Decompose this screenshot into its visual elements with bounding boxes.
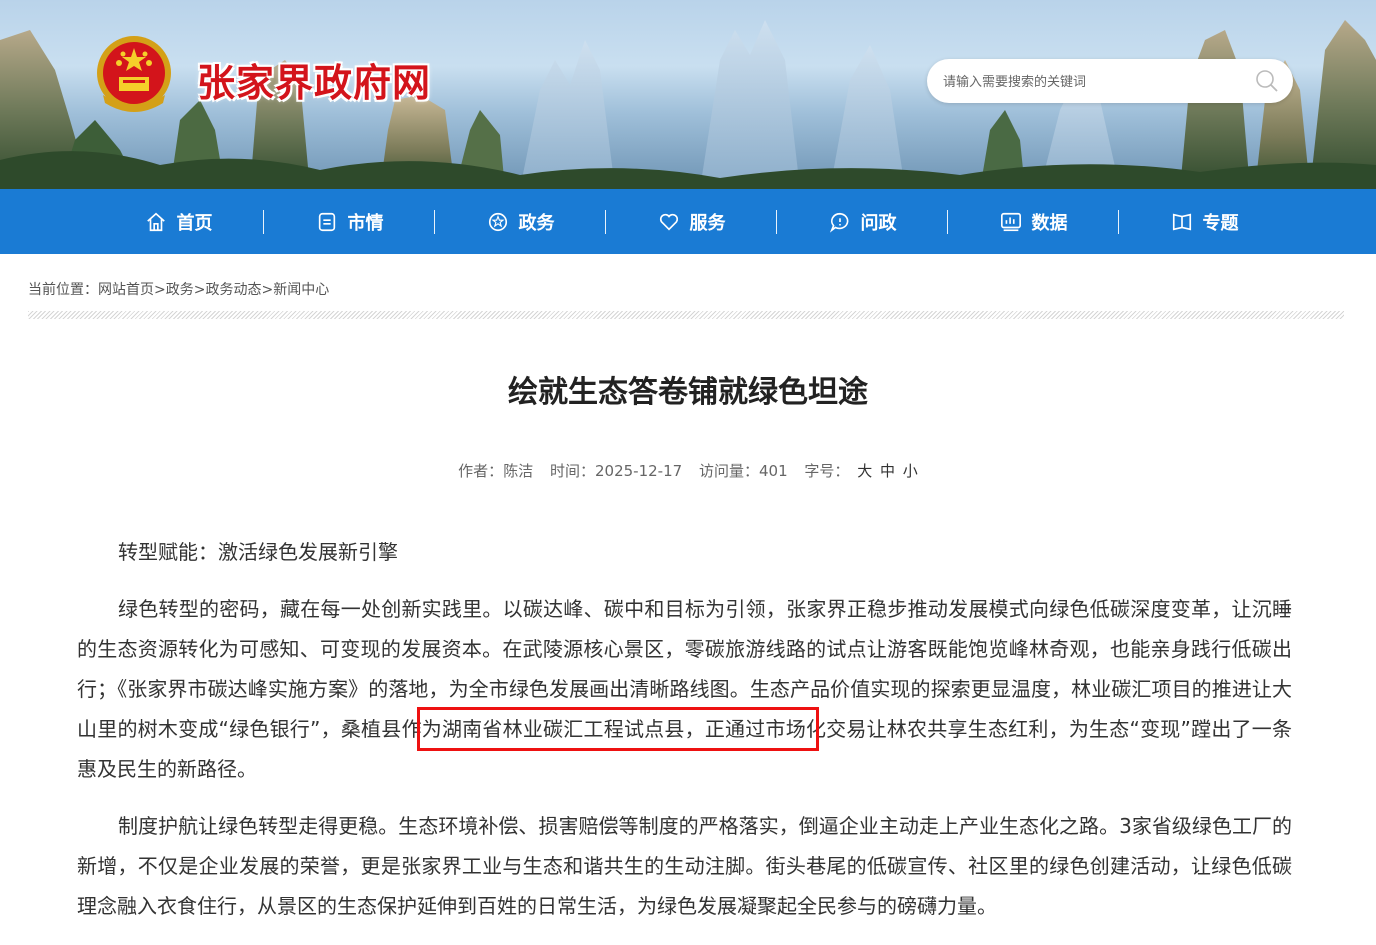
main-nav: 首页 市情 政务 服务 问政 数据 专题 [0,189,1376,254]
nav-label-government-affairs: 政务 [518,212,555,234]
nav-divider [776,210,777,234]
time-label: 时间： [549,462,595,480]
search-icon[interactable] [1255,69,1279,93]
nav-divider [1118,210,1119,234]
breadcrumb-separator: > [193,282,206,298]
home-icon [146,212,165,231]
author-name: 陈洁 [503,462,534,480]
document-icon [318,212,335,231]
views-label: 访问量： [698,462,759,480]
article-subheading: 转型赋能：激活绿色发展新引擎 [118,540,398,564]
font-size-medium-button[interactable]: 中 [880,462,895,480]
nav-divider [605,210,606,234]
bar-chart-icon [1000,212,1021,231]
nav-item-data[interactable]: 数据 [948,189,1119,254]
heart-icon [659,213,678,231]
breadcrumb-link-government-news[interactable]: 政务动态 [205,282,261,298]
article-meta: 作者：陈洁 时间：2025-12-17 访问量：401 字号： 大 中 小 [0,460,1376,481]
breadcrumb-separator: > [261,282,274,298]
breadcrumb-separator: > [154,282,166,298]
nav-divider [434,210,435,234]
font-size-small-button[interactable]: 小 [903,462,918,480]
font-size-label: 字号： [804,462,850,480]
nav-label-city-info: 市情 [347,212,384,234]
nav-label-data: 数据 [1031,212,1068,234]
article-paragraph: 绿色转型的密码，藏在每一处创新实践里。以碳达峰、碳中和目标为引领，张家界正稳步推… [77,597,1292,781]
article-title: 绘就生态答卷铺就绿色坦途 [508,375,868,410]
article-paragraph: 制度护航让绿色转型走得更稳。生态环境补偿、损害赔偿等制度的严格落实，倒逼企业主动… [77,814,1292,918]
search-bar [927,59,1293,103]
breadcrumb-link-government-affairs[interactable]: 政务 [166,282,194,298]
hatched-divider [28,311,1344,319]
national-emblem-logo [97,36,171,112]
nav-item-services[interactable]: 服务 [606,189,777,254]
nav-divider [263,210,264,234]
nav-item-home[interactable]: 首页 [93,189,264,254]
nav-label-home: 首页 [176,212,213,234]
breadcrumb-prefix: 当前位置： [28,282,98,298]
breadcrumb: 当前位置：网站首页>政务>政务动态>新闻中心 [28,279,329,299]
nav-item-government-affairs[interactable]: 政务 [435,189,606,254]
search-input[interactable] [943,59,1243,103]
font-size-large-button[interactable]: 大 [857,462,872,480]
breadcrumb-link-news-center[interactable]: 新闻中心 [273,282,329,298]
header-banner: 张家界政府网 [0,0,1376,189]
chat-bubble-icon [829,212,848,233]
publish-date: 2025-12-17 [595,462,683,480]
nav-item-special-topics[interactable]: 专题 [1119,189,1290,254]
breadcrumb-link-home[interactable]: 网站首页 [98,282,154,298]
nav-divider [947,210,948,234]
author-label: 作者： [458,462,504,480]
nav-label-services: 服务 [689,212,726,234]
nav-label-public-inquiry: 问政 [860,212,897,234]
site-name-logo-text[interactable]: 张家界政府网 [197,52,431,107]
nav-item-city-info[interactable]: 市情 [264,189,435,254]
emblem-badge-icon [488,212,507,231]
view-count: 401 [758,462,788,480]
book-icon [1172,213,1191,230]
nav-label-special-topics: 专题 [1202,212,1239,234]
nav-item-public-inquiry[interactable]: 问政 [777,189,948,254]
